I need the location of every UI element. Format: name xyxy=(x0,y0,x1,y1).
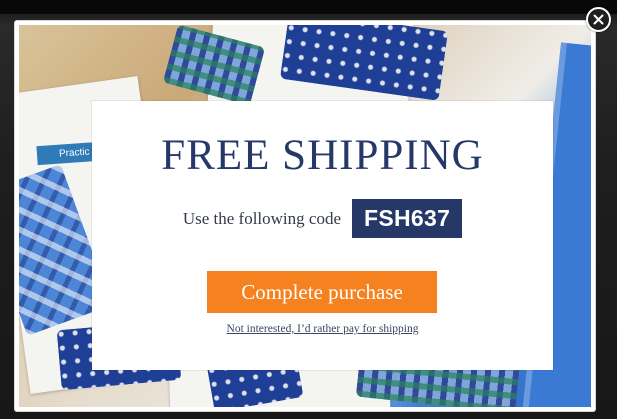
code-row: Use the following code FSH637 xyxy=(92,199,553,238)
close-icon xyxy=(593,14,604,25)
complete-purchase-button[interactable]: Complete purchase xyxy=(207,271,437,313)
close-button[interactable] xyxy=(586,7,611,32)
decline-link[interactable]: Not interested, I’d rather pay for shipp… xyxy=(92,323,553,335)
code-label: Use the following code xyxy=(182,208,341,228)
promo-modal: Practic FREE SHIPPING Use the following … xyxy=(15,21,595,411)
promo-card: FREE SHIPPING Use the following code FSH… xyxy=(92,101,553,370)
promo-code: FSH637 xyxy=(351,199,463,238)
promo-title: FREE SHIPPING xyxy=(161,132,484,179)
